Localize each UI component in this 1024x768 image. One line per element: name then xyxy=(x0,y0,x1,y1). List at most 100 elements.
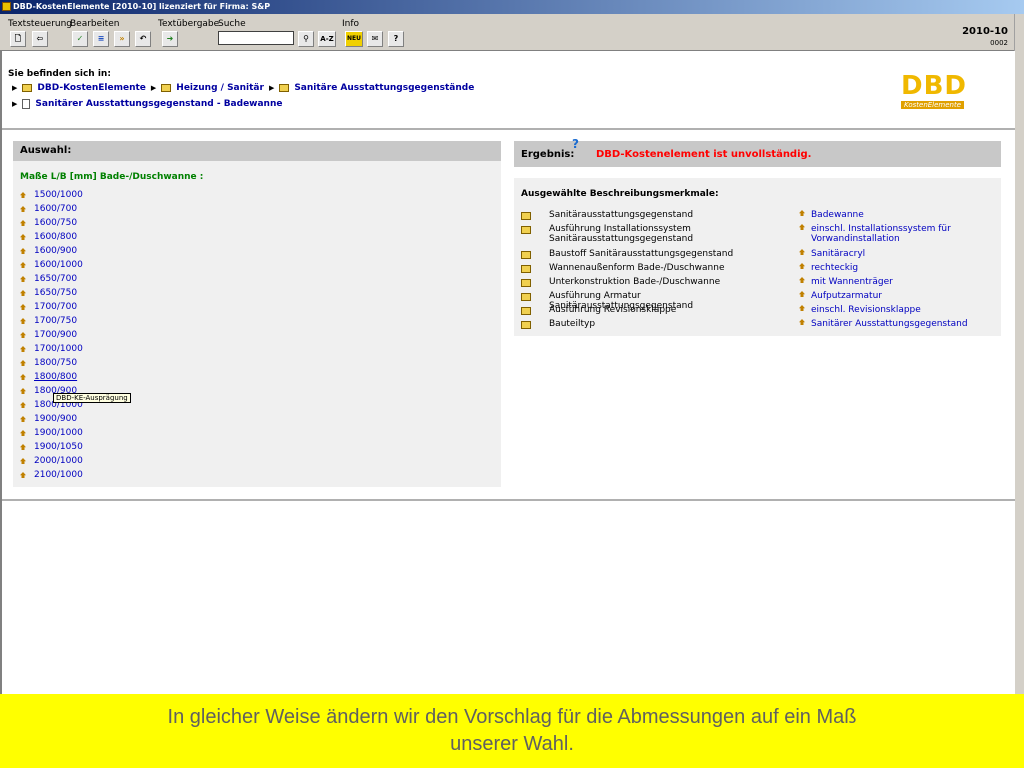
item-bullet-icon xyxy=(20,290,26,296)
help-question-icon[interactable]: ? xyxy=(572,137,579,151)
list-item[interactable]: 1900/1050 xyxy=(20,442,83,452)
list-item-label[interactable]: 1650/700 xyxy=(34,274,77,284)
folder-icon xyxy=(521,212,531,220)
list-item[interactable]: 1600/750 xyxy=(20,218,77,228)
breadcrumb-link-dbd[interactable]: DBD-KostenElemente xyxy=(37,83,146,93)
list-item-label[interactable]: 1600/900 xyxy=(34,246,77,256)
list-item-label[interactable]: 1600/800 xyxy=(34,232,77,242)
item-bullet-icon xyxy=(20,318,26,324)
folder-icon xyxy=(521,293,531,301)
az-index-button[interactable]: A-Z xyxy=(318,31,336,47)
list-item-label[interactable]: 1900/900 xyxy=(34,414,77,424)
item-bullet-icon xyxy=(20,220,26,226)
folder-icon xyxy=(521,307,531,315)
folder-icon xyxy=(521,279,531,287)
arrow-right-icon: ▶ xyxy=(268,84,275,92)
new-items-button[interactable]: NEU xyxy=(345,31,363,47)
table-row: Ausführung Revisionsklappe einschl. Revi… xyxy=(521,305,921,315)
list-item-label[interactable]: 1800/800 xyxy=(34,372,77,382)
list-item[interactable]: 1600/700 xyxy=(20,204,77,214)
new-document-icon[interactable]: 🗋 xyxy=(10,31,26,47)
item-bullet-icon xyxy=(20,262,26,268)
merkmal-value[interactable]: mit Wannenträger xyxy=(811,277,893,287)
list-item-label[interactable]: 1650/750 xyxy=(34,288,77,298)
arrow-right-icon: ▶ xyxy=(150,84,157,92)
ergebnis-header: Ergebnis: ? DBD-Kostenelement ist unvoll… xyxy=(514,137,1001,167)
auswahl-subtitle: Maße L/B [mm] Bade-/Duschwanne : xyxy=(20,172,204,182)
item-bullet-icon xyxy=(20,416,26,422)
breadcrumb-link-heizung[interactable]: Heizung / Sanitär xyxy=(176,83,264,93)
undo-icon[interactable]: ↶ xyxy=(135,31,151,47)
item-bullet-icon xyxy=(20,304,26,310)
caption-banner: In gleicher Weise ändern wir den Vorschl… xyxy=(0,694,1024,768)
list-item[interactable]: 1700/1000 xyxy=(20,344,83,354)
list-item[interactable]: 1600/1000 xyxy=(20,260,83,270)
version-label: 2010-10 xyxy=(962,26,1008,37)
forward-icon[interactable]: » xyxy=(114,31,130,47)
list-item-label[interactable]: 1900/1050 xyxy=(34,442,83,452)
list-item[interactable]: 1800/750 xyxy=(20,358,77,368)
list-item[interactable]: 1500/1000 xyxy=(20,190,83,200)
item-bullet-icon xyxy=(20,360,26,366)
list-item-label[interactable]: 1600/700 xyxy=(34,204,77,214)
mail-icon[interactable]: ✉ xyxy=(367,31,383,47)
folder-icon xyxy=(521,321,531,329)
list-item-label[interactable]: 1800/750 xyxy=(34,358,77,368)
list-item[interactable]: 1700/700 xyxy=(20,302,77,312)
vertical-scrollbar[interactable] xyxy=(1014,14,1024,694)
list-item-label[interactable]: 1700/900 xyxy=(34,330,77,340)
exit-icon[interactable]: ⇦ xyxy=(32,31,48,47)
merkmal-value[interactable]: einschl. Revisionsklappe xyxy=(811,305,921,315)
breadcrumb-current-row: ▶ Sanitärer Ausstattungsgegenstand - Bad… xyxy=(12,99,282,109)
list-item[interactable]: 1700/900 xyxy=(20,330,77,340)
list-item[interactable]: 1650/700 xyxy=(20,274,77,284)
folder-icon xyxy=(521,251,531,259)
list-item-label[interactable]: 1700/750 xyxy=(34,316,77,326)
table-row: Wannenaußenform Bade-/Duschwanne rechtec… xyxy=(521,263,858,273)
item-bullet-icon xyxy=(20,402,26,408)
item-bullet-icon xyxy=(20,458,26,464)
item-bullet-icon xyxy=(20,332,26,338)
table-row: Unterkonstruktion Bade-/Duschwanne mit W… xyxy=(521,277,893,287)
merkmal-value[interactable]: Sanitäracryl xyxy=(811,249,865,259)
transfer-icon[interactable]: ➜ xyxy=(162,31,178,47)
list-item-label[interactable]: 2100/1000 xyxy=(34,470,83,480)
list-item[interactable]: 1700/750 xyxy=(20,316,77,326)
divider xyxy=(2,128,1015,130)
list-item[interactable]: 1900/900 xyxy=(20,414,77,424)
arrow-right-icon: ▶ xyxy=(12,84,18,92)
list-item[interactable]: 1600/900 xyxy=(20,246,77,256)
list-item[interactable]: 1650/750 xyxy=(20,288,77,298)
edit-icon[interactable]: ≡ xyxy=(93,31,109,47)
list-item[interactable]: 1800/800 xyxy=(20,372,77,382)
group-bearbeiten-label: Bearbeiten xyxy=(70,19,120,29)
list-item[interactable]: 1900/1000 xyxy=(20,428,83,438)
list-item[interactable]: 1600/800 xyxy=(20,232,77,242)
help-icon[interactable]: ? xyxy=(388,31,404,47)
list-item[interactable]: 2000/1000 xyxy=(20,456,83,466)
binoculars-icon[interactable]: ⚲ xyxy=(298,31,314,47)
merkmal-value[interactable]: rechteckig xyxy=(811,263,858,273)
breadcrumb-link-sanitaer[interactable]: Sanitäre Ausstattungsgegenstände xyxy=(294,83,474,93)
list-item[interactable]: 2100/1000 xyxy=(20,470,83,480)
search-input[interactable] xyxy=(218,31,294,45)
breadcrumb-current[interactable]: Sanitärer Ausstattungsgegenstand - Badew… xyxy=(35,99,282,109)
check-icon[interactable]: ✓ xyxy=(72,31,88,47)
list-item-label[interactable]: 1700/700 xyxy=(34,302,77,312)
merkmal-value[interactable]: Badewanne xyxy=(811,210,864,220)
merkmal-value[interactable]: Sanitärer Ausstattungsgegenstand xyxy=(811,319,968,329)
item-bullet-icon xyxy=(20,374,26,380)
merkmal-name: Bauteiltyp xyxy=(549,319,596,329)
merkmal-value[interactable]: einschl. Installationssystem für Vorwand… xyxy=(811,224,961,244)
list-item-label[interactable]: 1900/1000 xyxy=(34,428,83,438)
list-item-label[interactable]: 1600/750 xyxy=(34,218,77,228)
list-item-label[interactable]: 1700/1000 xyxy=(34,344,83,354)
toolbar: Textsteuerung Bearbeiten Textübergabe Su… xyxy=(0,14,1024,51)
item-bullet-icon xyxy=(799,319,805,325)
list-item-label[interactable]: 1500/1000 xyxy=(34,190,83,200)
list-item-label[interactable]: 1600/1000 xyxy=(34,260,83,270)
group-textsteuerung-label: Textsteuerung xyxy=(8,19,73,29)
list-item-label[interactable]: 2000/1000 xyxy=(34,456,83,466)
item-bullet-icon xyxy=(799,263,805,269)
auswahl-panel: Auswahl: Maße L/B [mm] Bade-/Duschwanne … xyxy=(13,141,501,487)
